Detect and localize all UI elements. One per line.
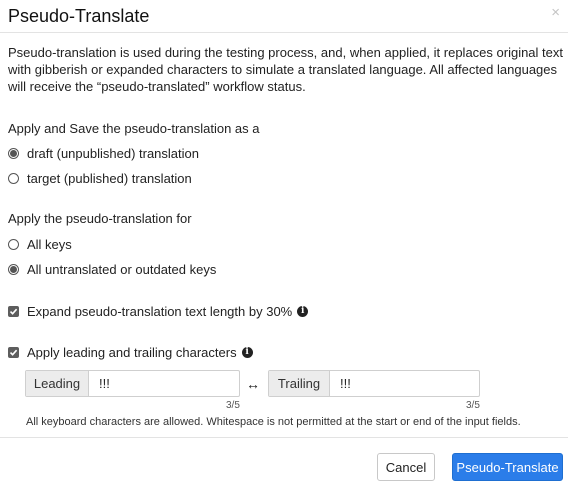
radio-target-label[interactable]: target (published) translation	[27, 171, 192, 186]
radio-untranslated-row[interactable]: All untranslated or outdated keys	[8, 260, 216, 278]
cancel-button[interactable]: Cancel	[377, 453, 435, 481]
save-as-label: Apply and Save the pseudo-translation as…	[8, 121, 260, 136]
radio-all-keys-row[interactable]: All keys	[8, 235, 72, 253]
radio-all-keys[interactable]	[8, 238, 19, 250]
leading-input[interactable]: !!!	[89, 371, 239, 396]
dialog-description: Pseudo-translation is used during the te…	[8, 45, 563, 94]
dialog-title: Pseudo-Translate	[8, 6, 150, 26]
leading-field[interactable]: Leading !!!	[25, 370, 240, 397]
pseudo-translate-button[interactable]: Pseudo-Translate	[452, 453, 563, 481]
apply-for-label: Apply the pseudo-translation for	[8, 211, 192, 226]
radio-all-keys-label[interactable]: All keys	[27, 237, 72, 252]
trailing-input[interactable]: !!!	[330, 371, 479, 396]
radio-target-row[interactable]: target (published) translation	[8, 169, 192, 187]
info-icon[interactable]: i	[241, 346, 253, 358]
radio-untranslated[interactable]	[8, 263, 19, 275]
radio-draft[interactable]	[8, 147, 19, 159]
expand-checkbox[interactable]	[8, 305, 19, 317]
trailing-counter: 3/5	[466, 400, 480, 411]
radio-draft-row[interactable]: draft (unpublished) translation	[8, 144, 199, 162]
leading-addon: Leading	[26, 371, 89, 396]
trailing-addon: Trailing	[269, 371, 330, 396]
dialog-header: Pseudo-Translate ×	[0, 0, 568, 33]
expand-checkbox-label[interactable]: Expand pseudo-translation text length by…	[27, 304, 292, 319]
trailing-field[interactable]: Trailing !!!	[268, 370, 480, 397]
leading-trailing-checkbox[interactable]	[8, 346, 19, 358]
close-icon[interactable]: ×	[551, 5, 560, 20]
leading-trailing-checkbox-row[interactable]: Apply leading and trailing characters i	[8, 343, 253, 361]
left-right-arrow-icon: ↔	[246, 376, 260, 392]
leading-counter: 3/5	[226, 400, 240, 411]
radio-draft-label[interactable]: draft (unpublished) translation	[27, 146, 199, 161]
leading-trailing-checkbox-label[interactable]: Apply leading and trailing characters	[27, 345, 237, 360]
input-hint: All keyboard characters are allowed. Whi…	[26, 416, 521, 428]
radio-untranslated-label[interactable]: All untranslated or outdated keys	[27, 262, 216, 277]
info-icon[interactable]: i	[297, 305, 309, 317]
expand-checkbox-row[interactable]: Expand pseudo-translation text length by…	[8, 302, 309, 320]
radio-target[interactable]	[8, 172, 19, 184]
